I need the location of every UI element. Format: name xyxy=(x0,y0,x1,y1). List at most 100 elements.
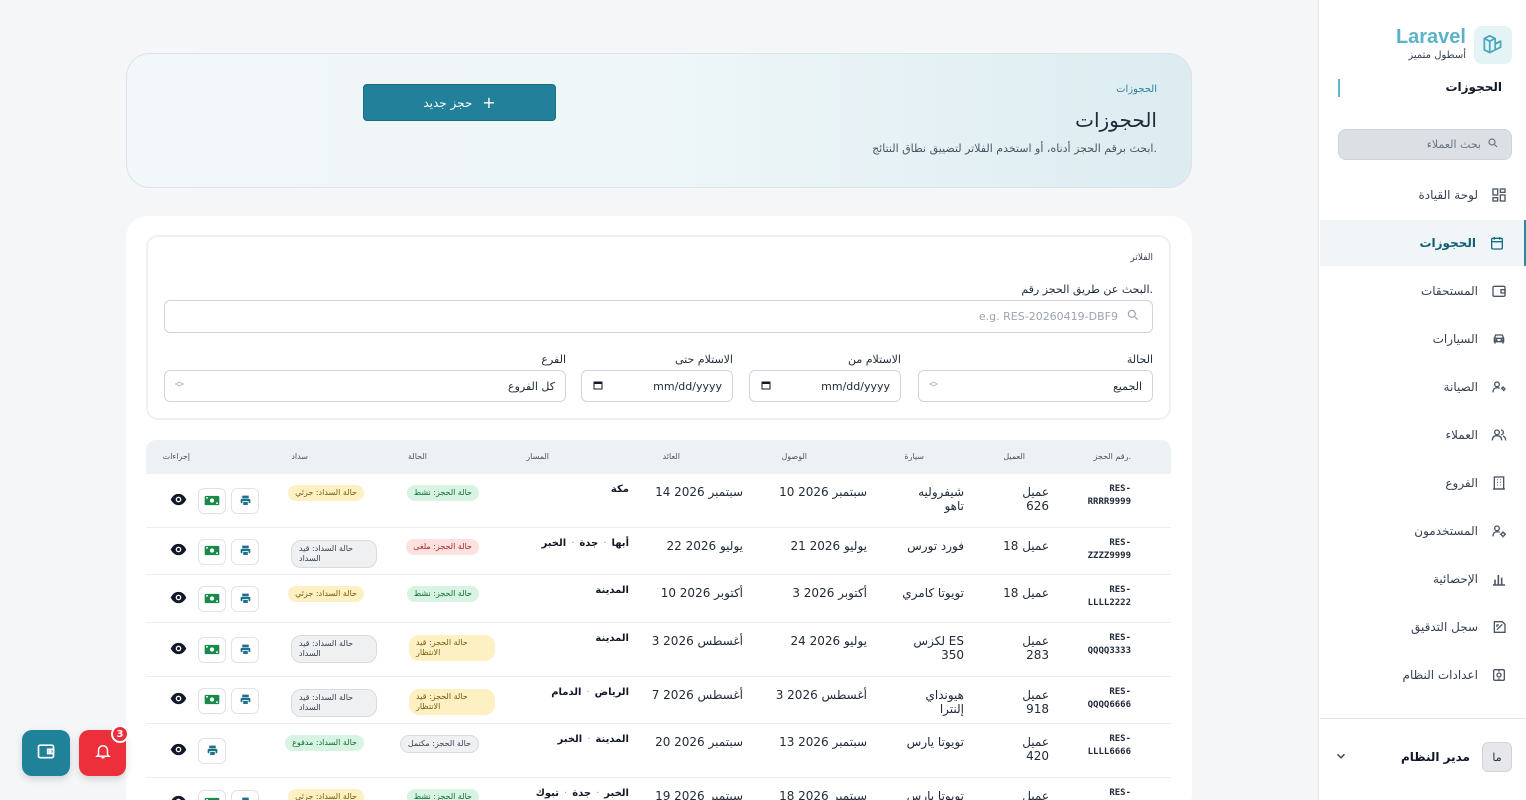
search-label: البحث عن طريق الحجز رقم. xyxy=(1021,283,1153,296)
cash-icon xyxy=(204,542,220,561)
sidebar-item-maintenance[interactable]: الصيانة xyxy=(1320,364,1526,410)
booking-code[interactable]: RES-LLLL6666 xyxy=(1073,733,1131,759)
col-payment: سداد xyxy=(291,452,308,461)
logo[interactable]: Laravel أسطول متميز xyxy=(1396,26,1512,64)
table-row[interactable]: RES- عميل تويوتا يارس 18 سبتمبر 2026 19 سبتم… xyxy=(146,778,1171,800)
customer-search-button[interactable]: بحث العملاء xyxy=(1338,129,1512,160)
view-button[interactable] xyxy=(168,741,188,761)
chevron-down-icon[interactable] xyxy=(1334,748,1348,767)
print-button[interactable] xyxy=(231,687,259,714)
new-booking-button[interactable]: حجز جديد + xyxy=(363,84,556,121)
sidebar-item-label: الإحصائية xyxy=(1432,572,1478,586)
sidebar-item-system-settings[interactable]: اعدادات النظام xyxy=(1320,652,1526,698)
cash-icon xyxy=(204,641,220,660)
bell-icon xyxy=(94,742,112,764)
sidebar-item-dashboard[interactable]: لوحة القيادة xyxy=(1320,172,1526,218)
eye-icon xyxy=(170,640,187,661)
booking-status-badge: حالة الحجز: نشط xyxy=(406,789,479,800)
car-name: لكزس ES 350 xyxy=(913,634,964,662)
booking-code[interactable]: RES-ZZZZ9999 xyxy=(1073,537,1131,563)
print-button[interactable] xyxy=(231,538,259,565)
cash-icon xyxy=(204,691,220,710)
sidebar-item-customers[interactable]: العملاء xyxy=(1320,412,1526,458)
cash-icon xyxy=(204,492,220,511)
car-name: فورد تورس xyxy=(907,539,964,553)
table-row[interactable]: RES-LLLL6666 عميل 420 تويوتا يارس 13 سبتمبر… xyxy=(146,724,1171,778)
payment-button[interactable] xyxy=(198,637,226,663)
printer-icon xyxy=(239,641,252,660)
bookings-card: الفلاتر البحث عن طريق الحجز رقم. e.g. RE… xyxy=(126,216,1192,800)
sidebar-item-label: الفروع xyxy=(1445,476,1478,490)
sidebar-item-users[interactable]: المستخدمون xyxy=(1320,508,1526,554)
col-customer: العميل xyxy=(1003,452,1025,461)
sidebar-item-label: المستحقات xyxy=(1420,284,1478,298)
return-date: 22 يوليو 2026 xyxy=(666,539,743,553)
sidebar-item-statistics[interactable]: الإحصائية xyxy=(1320,556,1526,602)
printer-icon xyxy=(239,542,252,561)
payment-status-badge: حالة السداد: قيد السداد xyxy=(291,635,377,663)
pickup-to-date[interactable]: mm/dd/yyyy xyxy=(581,370,733,402)
table-row[interactable]: RES-RRRR9999 عميل 626 شيفروليه تاهو 10 سبتم… xyxy=(146,474,1171,528)
booking-search-input[interactable]: e.g. RES-20260419-DBF9 xyxy=(164,300,1153,333)
wallet-fab-button[interactable] xyxy=(22,730,70,776)
table-row[interactable]: RES-LLLL2222 عميل 18 تويوتا كامري 3 أكتوبر … xyxy=(146,575,1171,623)
return-date: 7 أغسطس 2026 xyxy=(651,688,743,702)
route-city: أبها xyxy=(611,538,629,549)
payment-button[interactable] xyxy=(198,687,226,714)
branch-select[interactable]: ︿ ﹀ كل الفروع xyxy=(164,370,566,402)
customer-name[interactable]: عميل xyxy=(1001,789,1049,800)
status-select[interactable]: ︿ ﹀ الجميع xyxy=(918,370,1153,402)
view-button[interactable] xyxy=(168,691,188,711)
print-button[interactable] xyxy=(198,738,226,764)
table-row[interactable]: RES-QQQQ6666 عميل 918 هيونداي إلنترا 3 أغسط… xyxy=(146,677,1171,724)
route: الرياض · الدمام xyxy=(551,687,629,698)
eye-icon xyxy=(170,491,187,512)
sidebar-item-dues[interactable]: المستحقات xyxy=(1320,268,1526,314)
payment-button[interactable] xyxy=(198,538,226,565)
print-button[interactable] xyxy=(231,586,259,612)
sidebar-item-bookings[interactable]: الحجوزات xyxy=(1320,220,1526,266)
customer-name[interactable]: عميل 18 xyxy=(1001,539,1049,553)
sidebar-item-branches[interactable]: الفروع xyxy=(1320,460,1526,506)
customer-name[interactable]: عميل 918 xyxy=(1001,688,1049,716)
booking-status-badge: حالة الحجز: نشط xyxy=(406,485,479,501)
booking-status-badge: حالة الحجز: ملغى xyxy=(406,539,479,555)
print-button[interactable] xyxy=(231,790,259,800)
logo-subtitle: أسطول متميز xyxy=(1408,50,1466,61)
booking-code[interactable]: RES-QQQQ3333 xyxy=(1073,632,1131,658)
laravel-logo-icon xyxy=(1474,26,1512,64)
customer-name[interactable]: عميل 18 xyxy=(1001,586,1049,600)
table-row[interactable]: RES-QQQQ3333 عميل 283 لكزس ES 350 24 يوليو … xyxy=(146,623,1171,677)
payment-button[interactable] xyxy=(198,586,226,612)
booking-code[interactable]: RES-RRRR9999 xyxy=(1073,483,1131,509)
view-button[interactable] xyxy=(168,793,188,800)
view-button[interactable] xyxy=(168,640,188,660)
route: مكة xyxy=(611,484,629,495)
customer-name[interactable]: عميل 626 xyxy=(1001,485,1049,513)
eye-icon xyxy=(170,741,187,762)
print-button[interactable] xyxy=(231,488,259,514)
branch-value: كل الفروع xyxy=(508,379,555,393)
breadcrumb[interactable]: الحجوزات xyxy=(1116,84,1157,95)
booking-code[interactable]: RES-LLLL2222 xyxy=(1073,584,1131,610)
view-button[interactable] xyxy=(168,542,188,562)
sidebar-item-audit-log[interactable]: سجل التدقيق xyxy=(1320,604,1526,650)
pickup-from-date[interactable]: mm/dd/yyyy xyxy=(749,370,901,402)
arrival-date: 21 يوليو 2026 xyxy=(790,539,867,553)
user-menu[interactable]: مدير النظام ما xyxy=(1334,742,1512,772)
print-button[interactable] xyxy=(231,637,259,663)
payment-button[interactable] xyxy=(198,488,226,514)
booking-code[interactable]: RES- xyxy=(1073,787,1131,800)
customer-name[interactable]: عميل 420 xyxy=(1001,735,1049,763)
payment-button[interactable] xyxy=(198,790,226,800)
wallet-icon xyxy=(1490,282,1508,300)
view-button[interactable] xyxy=(168,589,188,609)
table-row[interactable]: RES-ZZZZ9999 عميل 18 فورد تورس 21 يوليو 202… xyxy=(146,528,1171,575)
booking-code[interactable]: RES-QQQQ6666 xyxy=(1073,686,1131,712)
page-header: الحجوزات الحجوزات ابحث برقم الحجز أدناه،… xyxy=(126,53,1192,188)
booking-status-badge: حالة الحجز: مكتمل xyxy=(399,735,479,753)
sidebar-item-cars[interactable]: السيارات xyxy=(1320,316,1526,362)
select-arrows-icon: ︿ ﹀ xyxy=(175,377,185,394)
view-button[interactable] xyxy=(168,491,188,511)
customer-name[interactable]: عميل 283 xyxy=(1001,634,1049,662)
